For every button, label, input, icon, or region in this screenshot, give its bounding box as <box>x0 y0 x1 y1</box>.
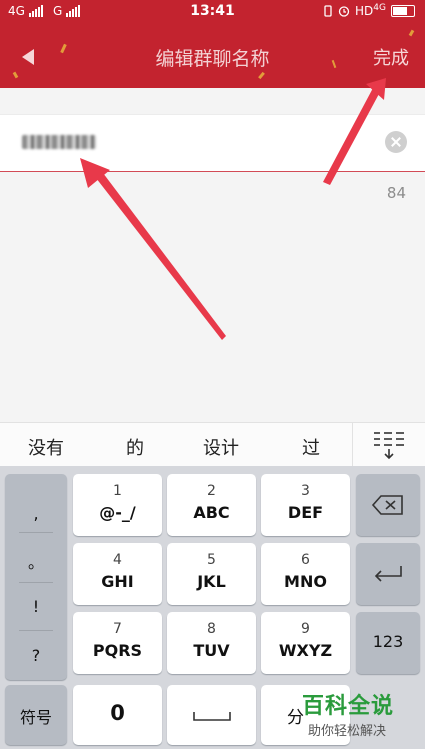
watermark-logo: 百科全说 助你轻松解决 <box>302 694 395 739</box>
clear-input-icon[interactable] <box>385 131 407 153</box>
candidate-item[interactable]: 设计 <box>203 434 239 460</box>
backspace-icon <box>371 495 403 515</box>
char-counter: 84 <box>386 184 406 202</box>
key-7[interactable]: 7 PQRS <box>73 612 162 674</box>
candidate-item[interactable]: 的 <box>126 434 144 460</box>
key-3[interactable]: 3 DEF <box>261 474 350 536</box>
candidate-expand-button[interactable] <box>352 423 425 467</box>
punct-key[interactable]: 。 <box>5 549 67 573</box>
key-2[interactable]: 2 ABC <box>167 474 256 536</box>
candidate-bar: 没有 的 设计 过 <box>0 422 425 468</box>
keyboard-menu-icon <box>374 432 404 460</box>
done-button[interactable]: 完成 <box>373 44 409 70</box>
key-4[interactable]: 4 GHI <box>73 543 162 605</box>
blurred-group-name <box>22 135 96 149</box>
key-6[interactable]: 6 MNO <box>261 543 350 605</box>
vibrate-icon <box>324 4 332 17</box>
alarm-icon <box>338 5 350 17</box>
navigation-bar: 编辑群聊名称 完成 <box>0 24 425 88</box>
page-title: 编辑群聊名称 <box>155 48 270 70</box>
candidate-item[interactable]: 过 <box>302 434 320 460</box>
key-0[interactable]: 0 <box>73 685 162 745</box>
symbol-key[interactable]: 符号 <box>5 685 67 745</box>
space-icon <box>192 712 231 721</box>
punct-key[interactable]: ! <box>5 597 67 616</box>
punct-key[interactable]: , <box>5 504 67 523</box>
enter-key[interactable] <box>356 543 420 605</box>
key-8[interactable]: 8 TUV <box>167 612 256 674</box>
key-9[interactable]: 9 WXYZ <box>261 612 350 674</box>
hd-label: HD4G <box>355 3 386 18</box>
group-name-input[interactable] <box>0 114 425 172</box>
candidate-item[interactable]: 没有 <box>28 434 64 460</box>
edit-area: 84 <box>0 88 425 422</box>
punct-key[interactable]: ? <box>5 646 67 665</box>
key-1[interactable]: 1 @-_/ <box>73 474 162 536</box>
backspace-key[interactable] <box>356 474 420 536</box>
enter-icon <box>374 566 402 582</box>
header: 4G G 13:41 HD4G 编辑群聊名称 完成 <box>0 0 425 88</box>
number-switch-key[interactable]: 123 <box>356 612 420 674</box>
status-bar: 4G G 13:41 HD4G <box>0 0 425 24</box>
battery-icon <box>391 4 415 17</box>
punctuation-column[interactable]: , 。 ! ? <box>5 474 67 680</box>
key-5[interactable]: 5 JKL <box>167 543 256 605</box>
space-key[interactable] <box>167 685 256 745</box>
